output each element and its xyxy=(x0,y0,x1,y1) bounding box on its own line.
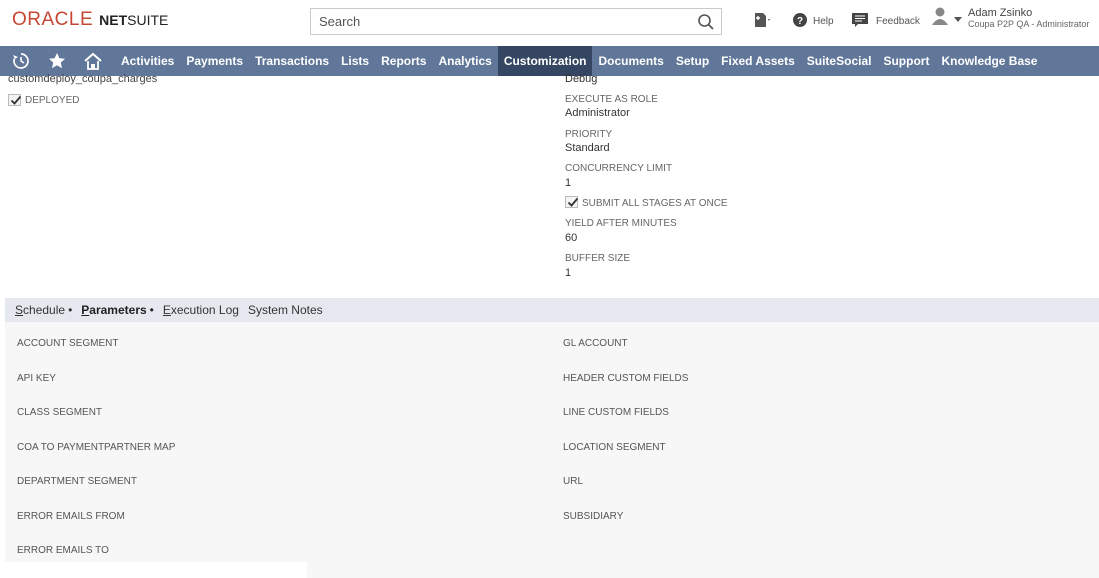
param-gl-account: GL ACCOUNT xyxy=(563,338,628,349)
top-header: ORACLE NET SUITE ? Help Feedback xyxy=(0,0,1099,42)
priority-label: PRIORITY xyxy=(565,129,613,140)
recent-records-icon[interactable] xyxy=(3,46,39,76)
user-role: Coupa P2P QA - Administrator xyxy=(968,19,1090,29)
user-menu[interactable]: Adam Zsinko Coupa P2P QA - Administrator xyxy=(930,6,1089,31)
nav-item-lists[interactable]: Lists xyxy=(335,46,375,76)
nav-item-documents[interactable]: Documents xyxy=(592,46,669,76)
panel-corner xyxy=(0,562,307,578)
search-icon[interactable] xyxy=(697,13,715,31)
feedback-link[interactable]: Feedback xyxy=(851,10,920,32)
help-icon: ? xyxy=(792,12,808,31)
main-nav: Activities Payments Transactions Lists Repor… xyxy=(0,46,1099,76)
nav-item-analytics[interactable]: Analytics xyxy=(432,46,497,76)
user-name: Adam Zsinko xyxy=(968,7,1033,19)
param-header-custom-fields: HEADER CUSTOM FIELDS xyxy=(563,373,689,384)
concurrency-limit-label: CONCURRENCY LIMIT xyxy=(565,163,673,174)
netsuite-logo[interactable]: ORACLE NET SUITE xyxy=(12,8,168,32)
help-link[interactable]: ? Help xyxy=(792,10,834,32)
param-subsidiary: SUBSIDIARY xyxy=(563,511,624,522)
param-error-emails-from: ERROR EMAILS FROM xyxy=(17,511,125,522)
param-api-key: API KEY xyxy=(17,373,56,384)
param-account-segment: ACCOUNT SEGMENT xyxy=(17,338,119,349)
priority-value: Standard xyxy=(565,142,610,154)
nav-item-knowledge-base[interactable]: Knowledge Base xyxy=(935,46,1043,76)
nav-item-reports[interactable]: Reports xyxy=(375,46,432,76)
home-icon[interactable] xyxy=(75,46,111,76)
subtab-bar: Schedule • Parameters • Execution Log Syst… xyxy=(5,298,1099,322)
create-new-menu[interactable] xyxy=(752,10,772,32)
search-input[interactable] xyxy=(311,9,681,34)
submit-all-stages-checkbox[interactable] xyxy=(565,196,579,208)
nav-item-activities[interactable]: Activities xyxy=(115,46,180,76)
nav-item-support[interactable]: Support xyxy=(877,46,935,76)
tab-execution-log[interactable]: Execution Log xyxy=(163,303,239,317)
nav-item-payments[interactable]: Payments xyxy=(180,46,249,76)
execute-as-role-label: EXECUTE AS ROLE xyxy=(565,94,658,105)
tab-parameters[interactable]: Parameters • xyxy=(81,303,154,317)
nav-item-suitesocial[interactable]: SuiteSocial xyxy=(801,46,878,76)
param-line-custom-fields: LINE CUSTOM FIELDS xyxy=(563,407,669,418)
param-error-emails-to: ERROR EMAILS TO xyxy=(17,545,109,556)
logo-oracle-text: ORACLE xyxy=(12,9,94,30)
yield-after-minutes-label: YIELD AFTER MINUTES xyxy=(565,218,677,229)
submit-all-stages-label: SUBMIT ALL STAGES AT ONCE xyxy=(582,198,728,209)
svg-text:?: ? xyxy=(797,16,803,27)
deployed-label: DEPLOYED xyxy=(25,95,80,106)
yield-after-minutes-value: 60 xyxy=(565,232,578,244)
param-coa-paymentpartner-map: COA TO PAYMENTPARTNER MAP xyxy=(17,442,176,453)
nav-item-customization[interactable]: Customization xyxy=(497,46,593,76)
feedback-icon xyxy=(851,12,869,31)
log-level-value: Debug xyxy=(565,73,598,85)
chevron-down-icon xyxy=(954,10,962,28)
logo-suite-text: SUITE xyxy=(127,12,169,28)
param-class-segment: CLASS SEGMENT xyxy=(17,407,103,418)
shortcuts-star-icon[interactable] xyxy=(39,46,75,76)
buffer-size-label: BUFFER SIZE xyxy=(565,253,631,264)
param-url: URL xyxy=(563,476,584,487)
param-department-segment: DEPARTMENT SEGMENT xyxy=(17,476,138,487)
logo-net-text: NET xyxy=(99,12,128,28)
feedback-label: Feedback xyxy=(876,15,920,27)
nav-item-setup[interactable]: Setup xyxy=(670,46,715,76)
nav-item-transactions[interactable]: Transactions xyxy=(249,46,335,76)
param-location-segment: LOCATION SEGMENT xyxy=(563,442,666,453)
help-label: Help xyxy=(813,15,834,27)
avatar-icon xyxy=(930,6,952,31)
deployment-id: customdeploy_coupa_charges xyxy=(8,73,158,85)
tab-system-notes[interactable]: System Notes xyxy=(248,303,323,317)
tab-schedule[interactable]: Schedule • xyxy=(15,303,72,317)
concurrency-limit-value: 1 xyxy=(565,177,572,189)
execute-as-role-value: Administrator xyxy=(565,107,630,119)
nav-item-fixed-assets[interactable]: Fixed Assets xyxy=(715,46,801,76)
create-new-icon xyxy=(752,11,772,32)
buffer-size-value: 1 xyxy=(565,267,572,279)
deployed-checkbox[interactable] xyxy=(8,94,22,106)
global-search xyxy=(310,8,722,35)
